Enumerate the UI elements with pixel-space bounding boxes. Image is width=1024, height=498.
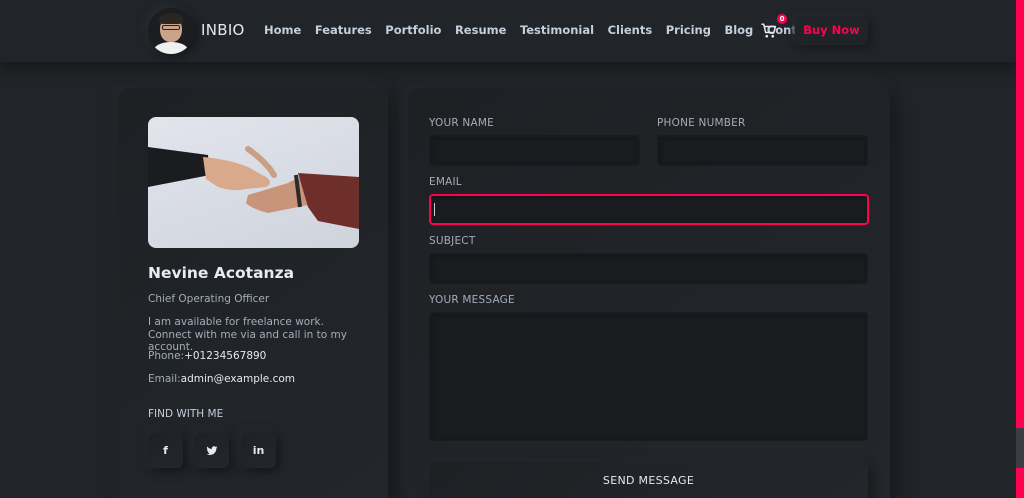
nav-testimonial[interactable]: Testimonial (520, 23, 594, 37)
scrollbar-thumb[interactable] (1016, 428, 1024, 468)
your-name-label: YOUR NAME (429, 117, 494, 129)
find-with-me-label: FIND WITH ME (148, 408, 224, 420)
profile-name: Nevine Acotanza (148, 264, 295, 282)
twitter-icon[interactable] (194, 433, 229, 468)
nav-blog[interactable]: Blog (724, 23, 753, 37)
buy-now-button[interactable]: Buy Now (795, 16, 868, 45)
phone-number-input[interactable] (657, 135, 868, 166)
subject-label: SUBJECT (429, 235, 476, 247)
nav-clients[interactable]: Clients (608, 23, 653, 37)
site-header: INBIO Home Features Portfolio Resume Tes… (0, 0, 1016, 62)
cart-icon[interactable] (760, 22, 778, 40)
text-caret (434, 203, 435, 216)
email-label: Email: (148, 373, 181, 385)
phone-label: Phone: (148, 350, 185, 362)
nav-pricing[interactable]: Pricing (666, 23, 711, 37)
email-label: EMAIL (429, 176, 462, 188)
message-textarea[interactable] (429, 312, 868, 441)
profile-description: I am available for freelance work. Conne… (148, 316, 347, 353)
cart-count-badge: 0 (777, 14, 787, 24)
page-accent-bar (1016, 0, 1024, 498)
nav-features[interactable]: Features (315, 23, 372, 37)
linkedin-icon[interactable]: in (241, 433, 276, 468)
nav-resume[interactable]: Resume (455, 23, 506, 37)
profile-phone: Phone:+01234567890 (148, 350, 266, 362)
handshake-image (148, 117, 359, 248)
phone-value[interactable]: +01234567890 (184, 350, 266, 362)
email-value[interactable]: admin@example.com (181, 373, 295, 385)
your-message-label: YOUR MESSAGE (429, 294, 515, 306)
send-message-button[interactable]: SEND MESSAGE (429, 462, 868, 498)
facebook-icon[interactable]: f (148, 433, 183, 468)
brand-name[interactable]: INBIO (201, 21, 245, 39)
subject-input[interactable] (429, 253, 868, 284)
profile-role: Chief Operating Officer (148, 293, 270, 305)
nav-portfolio[interactable]: Portfolio (385, 23, 441, 37)
email-input[interactable] (429, 194, 869, 225)
profile-email: Email:admin@example.com (148, 373, 295, 385)
your-name-input[interactable] (429, 135, 640, 166)
main-nav: Home Features Portfolio Resume Testimoni… (264, 23, 837, 37)
nav-home[interactable]: Home (264, 23, 301, 37)
logo-avatar[interactable] (148, 8, 194, 54)
phone-number-label: PHONE NUMBER (657, 117, 746, 129)
